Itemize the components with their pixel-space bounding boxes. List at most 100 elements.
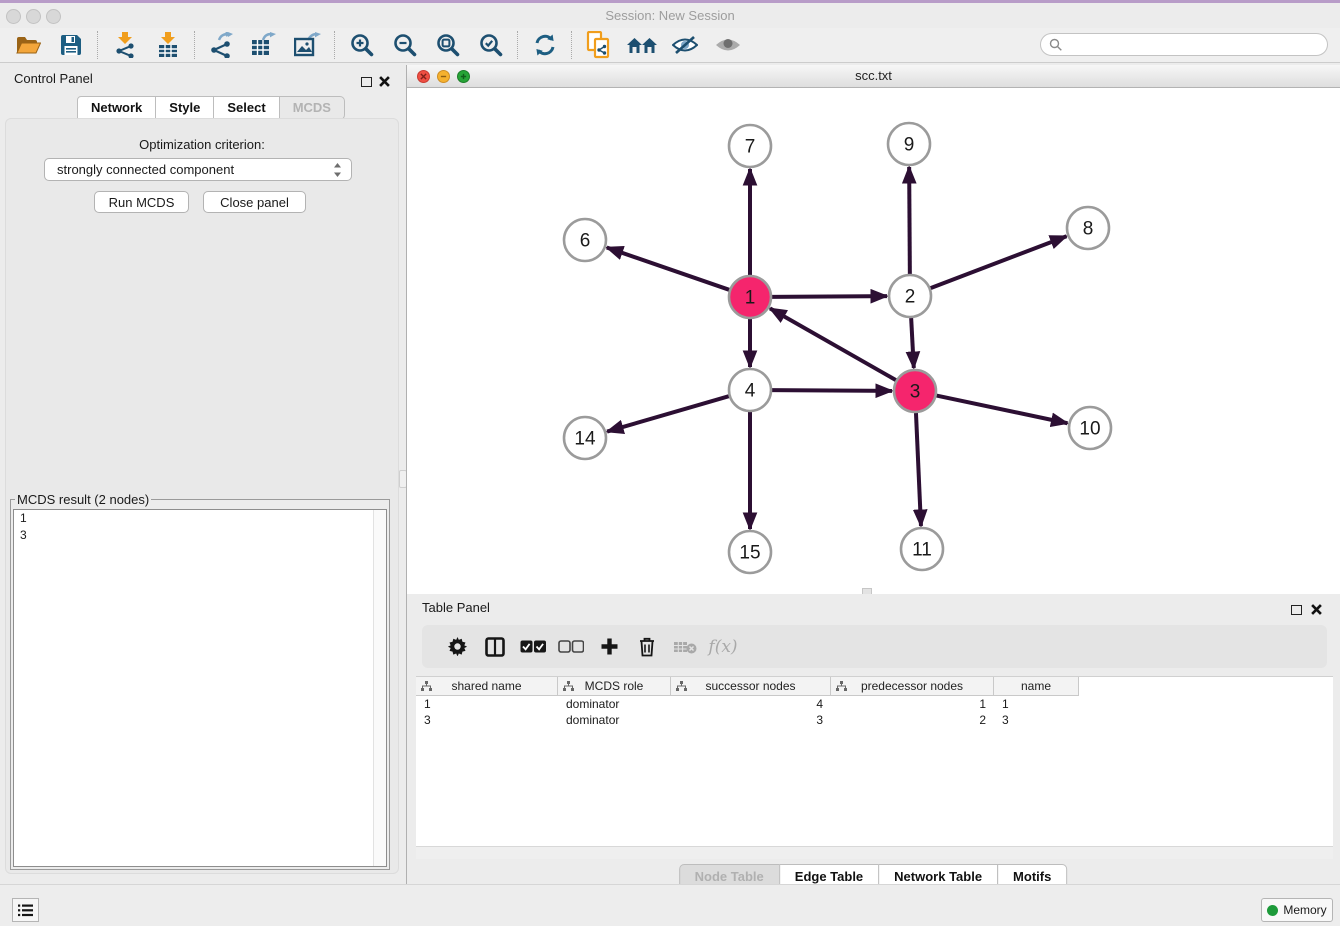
function-builder-icon-disabled: f(x): [704, 631, 742, 663]
column-header-MCDS-role[interactable]: MCDS role: [558, 677, 671, 696]
open-file-icon[interactable]: [6, 29, 49, 61]
graph-edge-3-11[interactable]: [916, 413, 921, 526]
table-panel-close-icon[interactable]: [1311, 602, 1322, 620]
import-table-icon[interactable]: [146, 29, 189, 61]
graph-edge-2-3[interactable]: [911, 318, 914, 368]
show-columns-icon[interactable]: [476, 631, 514, 663]
column-attribute-icon: [421, 681, 432, 692]
column-header-shared-name[interactable]: shared name: [416, 677, 558, 696]
export-network-glyph: [209, 32, 235, 58]
select-all-rows-icon[interactable]: [514, 631, 552, 663]
graph-edge-1-2[interactable]: [772, 296, 887, 297]
zoom-in-glyph: [350, 33, 374, 57]
refresh-icon[interactable]: [523, 29, 566, 61]
graph-node-label-4: 4: [745, 381, 756, 402]
table-panel-float-icon[interactable]: [1291, 602, 1302, 620]
table-cell[interactable]: 1: [994, 696, 1079, 712]
criterion-dropdown-value: strongly connected component: [57, 162, 234, 177]
mcds-result-text-area[interactable]: 13: [13, 509, 387, 867]
graph-edge-1-6[interactable]: [607, 248, 729, 290]
close-panel-button[interactable]: Close panel: [203, 191, 306, 213]
table-row[interactable]: 3dominator323: [416, 712, 1333, 728]
control-panel-close-icon[interactable]: [379, 74, 390, 92]
column-header-name[interactable]: name: [994, 677, 1079, 696]
column-attribute-icon: [563, 681, 574, 692]
memory-button[interactable]: Memory: [1261, 898, 1333, 922]
table-horizontal-scrollbar[interactable]: [416, 846, 1333, 859]
eye-glyph: [715, 34, 741, 56]
column-header-label: predecessor nodes: [861, 679, 963, 693]
table-cell[interactable]: 3: [671, 712, 831, 728]
table-panel-title: Table Panel: [422, 600, 490, 615]
memory-label: Memory: [1283, 903, 1326, 917]
control-panel-tab-style[interactable]: Style: [155, 96, 214, 120]
search-field[interactable]: [1040, 33, 1328, 56]
task-history-button[interactable]: [12, 898, 39, 922]
toolbar-separator: [97, 31, 98, 59]
table-cell[interactable]: 3: [416, 712, 558, 728]
graph-node-label-2: 2: [905, 287, 916, 308]
zoom-selected-icon[interactable]: [469, 29, 512, 61]
network-window-titlebar[interactable]: scc.txt: [407, 65, 1340, 88]
node-table[interactable]: shared name MCDS role successor nodes prede…: [416, 676, 1333, 846]
window-minimize-button[interactable]: [26, 9, 41, 24]
window-close-button[interactable]: [6, 9, 21, 24]
export-image-icon[interactable]: [286, 29, 329, 61]
zoom-out-glyph: [393, 33, 417, 57]
hide-selected-icon[interactable]: [663, 29, 706, 61]
table-settings-gear-icon[interactable]: [438, 631, 476, 663]
network-minimize-icon[interactable]: [437, 70, 450, 83]
save-session-icon[interactable]: [49, 29, 92, 61]
table-cell[interactable]: 1: [831, 696, 994, 712]
control-panel-float-icon[interactable]: [361, 74, 372, 92]
graph-node-label-1: 1: [745, 288, 756, 309]
table-cell[interactable]: 2: [831, 712, 994, 728]
control-panel-tab-select[interactable]: Select: [213, 96, 279, 120]
column-attribute-icon: [676, 681, 687, 692]
control-panel-tab-network[interactable]: Network: [77, 96, 156, 120]
add-icon[interactable]: [590, 631, 628, 663]
home-icon[interactable]: [620, 29, 663, 61]
window-zoom-button[interactable]: [46, 9, 61, 24]
network-graph: 7968124314101511: [407, 88, 1339, 594]
deselect-all-rows-icon[interactable]: [552, 631, 590, 663]
delete-trash-icon[interactable]: [628, 631, 666, 663]
export-table-icon[interactable]: [243, 29, 286, 61]
network-view-window: scc.txt 7968124314101511: [406, 65, 1340, 594]
run-mcds-button[interactable]: Run MCDS: [94, 191, 189, 213]
graph-edge-3-1[interactable]: [770, 308, 896, 380]
graph-edge-3-10[interactable]: [937, 396, 1068, 424]
criterion-dropdown[interactable]: strongly connected component: [44, 158, 352, 181]
table-cell[interactable]: dominator: [558, 712, 671, 728]
table-cell[interactable]: 3: [994, 712, 1079, 728]
column-header-predecessor-nodes[interactable]: predecessor nodes: [831, 677, 994, 696]
table-cell[interactable]: 4: [671, 696, 831, 712]
graph-edge-4-14[interactable]: [607, 396, 729, 431]
table-row[interactable]: 1dominator411: [416, 696, 1333, 712]
graph-edge-2-8[interactable]: [931, 236, 1067, 288]
table-cell[interactable]: dominator: [558, 696, 671, 712]
graph-node-label-14: 14: [574, 429, 596, 450]
result-scrollbar[interactable]: [373, 510, 386, 866]
import-network-icon[interactable]: [103, 29, 146, 61]
control-panel-tab-mcds[interactable]: MCDS: [279, 96, 345, 120]
toolbar-separator: [334, 31, 335, 59]
zoom-out-icon[interactable]: [383, 29, 426, 61]
table-cell[interactable]: 1: [416, 696, 558, 712]
export-network-icon[interactable]: [200, 29, 243, 61]
mcds-result-line: 3: [14, 527, 386, 544]
column-header-successor-nodes[interactable]: successor nodes: [671, 677, 831, 696]
graph-edge-4-3[interactable]: [772, 390, 892, 391]
column-header-label: MCDS role: [585, 679, 644, 693]
network-maximize-icon[interactable]: [457, 70, 470, 83]
graph-node-label-8: 8: [1083, 219, 1094, 240]
show-all-icon[interactable]: [706, 29, 749, 61]
network-close-icon[interactable]: [417, 70, 430, 83]
duplicate-network-icon[interactable]: [577, 29, 620, 61]
zoom-fit-icon[interactable]: [426, 29, 469, 61]
zoom-in-icon[interactable]: [340, 29, 383, 61]
graph-edge-2-9[interactable]: [909, 167, 910, 274]
column-attribute-icon: [836, 681, 847, 692]
graph-node-label-3: 3: [910, 382, 921, 403]
network-canvas[interactable]: 7968124314101511: [407, 88, 1340, 594]
